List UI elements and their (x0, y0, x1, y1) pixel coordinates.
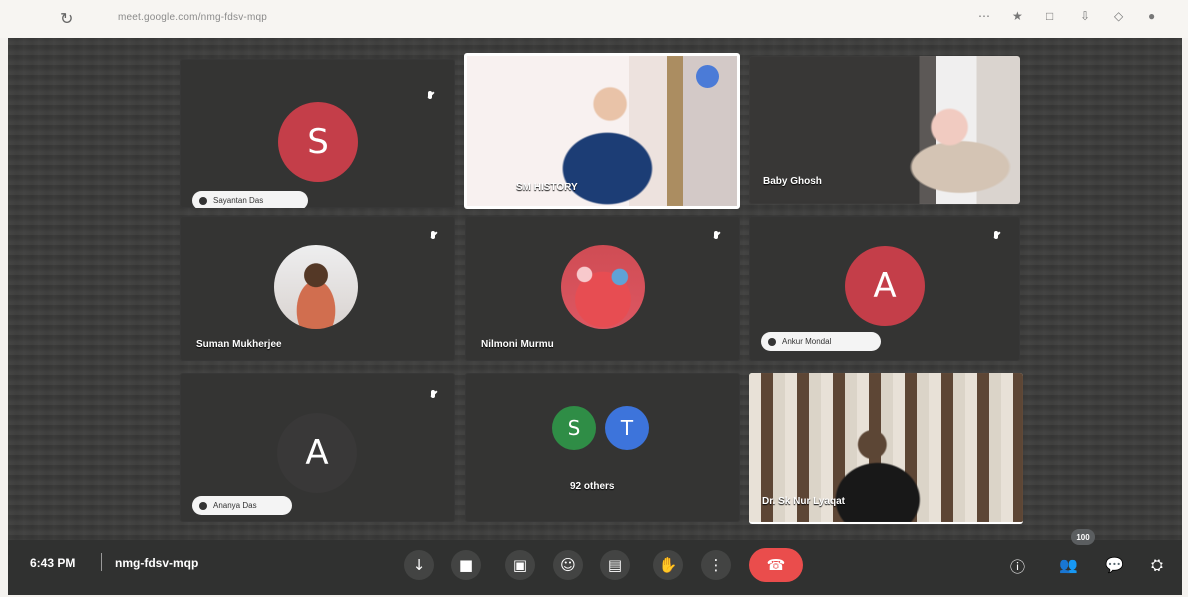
participant-tile-ananya[interactable]: A Ananya Das (180, 373, 455, 522)
present-button[interactable]: ▤ (600, 550, 630, 580)
microphone-muted-icon (426, 91, 434, 103)
participant-name: Baby Ghosh (763, 176, 822, 187)
more-options-button[interactable]: ⋮ (701, 550, 731, 580)
more-icon[interactable]: ⋯ (978, 10, 990, 22)
browser-toolbar: ↻ meet.google.com/nmg-fdsv-mqp ⋯ ★ □ ⇩ ◇… (0, 0, 1188, 38)
people-icon: 👥 (1059, 556, 1078, 574)
participant-avatar: S (278, 102, 358, 182)
hand-icon: ✋ (658, 556, 678, 574)
activities-icon: ⛭ (1151, 556, 1164, 574)
participant-avatar: S (552, 406, 596, 450)
microphone-icon: ↓ (412, 556, 426, 574)
download-icon[interactable]: ⇩ (1080, 10, 1092, 22)
participant-name-pill: Ananya Das (192, 496, 292, 515)
captions-icon: ▣ (512, 556, 528, 574)
camera-button[interactable]: ■ (451, 550, 481, 580)
others-count: 92 others (570, 481, 615, 492)
presentation-icon (768, 337, 776, 346)
microphone-muted-icon (429, 231, 437, 243)
url-text[interactable]: meet.google.com/nmg-fdsv-mqp (118, 12, 267, 23)
raise-hand-button[interactable]: ✋ (653, 550, 683, 580)
window-icon[interactable]: □ (1046, 10, 1058, 22)
people-count-badge: 100 (1071, 529, 1095, 545)
participant-avatar: A (277, 413, 357, 493)
participant-name: Dr. Sk Nur Lyaqat (762, 496, 845, 507)
participant-tile-nilmoni[interactable]: Nilmoni Murmu (465, 216, 740, 361)
people-button[interactable]: 👥 (1059, 556, 1078, 574)
presentation-icon (199, 196, 207, 205)
participant-video-baby[interactable]: Baby Ghosh (749, 56, 1020, 204)
present-icon: ▤ (607, 556, 623, 574)
participant-name: SM HISTORY (516, 182, 578, 193)
chat-icon: 💬 (1105, 556, 1124, 574)
chat-button[interactable]: 💬 (1105, 556, 1124, 574)
microphone-muted-icon (712, 231, 720, 243)
reload-icon[interactable]: ↻ (60, 9, 73, 29)
participant-name: Suman Mukherjee (196, 339, 282, 350)
emoji-icon: ☺ (560, 556, 576, 574)
participant-video-history[interactable]: SM HISTORY (464, 53, 740, 209)
leave-call-button[interactable]: ☎ (749, 548, 803, 582)
meeting-controls: 6:43 PM nmg-fdsv-mqp ↓ ■ ▣ ☺ ▤ ✋ ⋮ ☎ ⓘ 👥… (8, 529, 1182, 595)
phone-hangup-icon: ☎ (766, 556, 786, 574)
divider (101, 553, 102, 571)
meeting-info-button[interactable]: ⓘ (1010, 556, 1025, 577)
browser-tools: ⋯ ★ □ ⇩ ◇ ● (978, 10, 1160, 22)
participant-avatar: A (845, 246, 925, 326)
more-vertical-icon: ⋮ (708, 556, 724, 574)
participant-tile-suman[interactable]: Suman Mukherjee (180, 216, 455, 361)
emoji-button[interactable]: ☺ (553, 550, 583, 580)
meeting-code: nmg-fdsv-mqp (115, 556, 199, 570)
captions-button[interactable]: ▣ (505, 550, 535, 580)
meeting-time: 6:43 PM (30, 556, 76, 570)
participant-video-lyaqat[interactable]: Dr. Sk Nur Lyaqat (749, 373, 1023, 524)
activities-button[interactable]: ⛭ (1151, 556, 1163, 574)
microphone-button[interactable]: ↓ (404, 550, 434, 580)
participant-avatar: T (605, 406, 649, 450)
camera-icon (696, 65, 719, 88)
participant-name-pill: Ankur Mondal (761, 332, 881, 351)
participant-tile-sayantan[interactable]: S Sayantan Das (180, 59, 455, 208)
participant-name-pill: Sayantan Das (192, 191, 308, 208)
participant-avatar-photo (274, 245, 358, 329)
star-icon[interactable]: ★ (1012, 10, 1024, 22)
participant-tile-ankur[interactable]: A Ankur Mondal (749, 216, 1020, 361)
camera-icon: ■ (458, 556, 474, 574)
info-icon: ⓘ (1010, 558, 1026, 576)
presentation-icon (199, 501, 207, 510)
meeting-stage: S Sayantan Das SM HISTORY Baby Ghosh Sum… (8, 38, 1182, 595)
profile-icon[interactable]: ● (1148, 10, 1160, 22)
participant-name: Nilmoni Murmu (481, 339, 554, 350)
microphone-muted-icon (992, 231, 1000, 243)
participant-avatar-photo (561, 245, 645, 329)
microphone-muted-icon (429, 390, 437, 402)
others-tile[interactable]: S T 92 others (465, 373, 740, 522)
extension-icon[interactable]: ◇ (1114, 10, 1126, 22)
